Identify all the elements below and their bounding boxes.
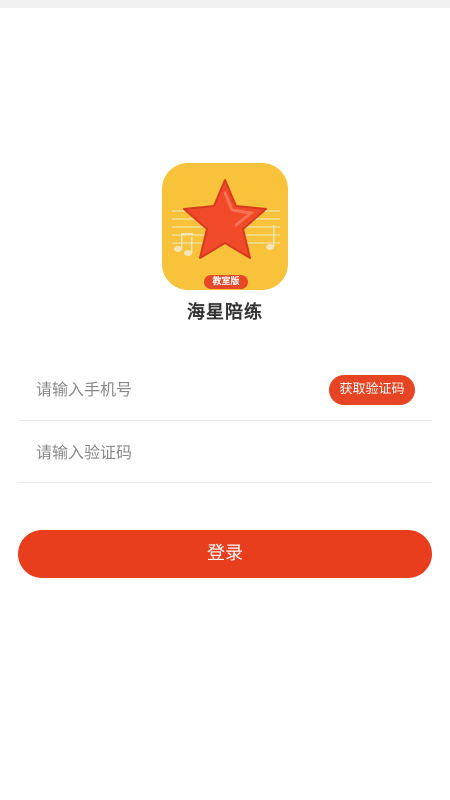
- login-button[interactable]: 登录: [18, 530, 432, 578]
- verification-code-input[interactable]: [36, 437, 416, 467]
- app-title: 海星陪练: [187, 302, 263, 323]
- logo-edition-badge: 教室版: [204, 275, 248, 289]
- status-bar: [0, 0, 450, 8]
- phone-number-input[interactable]: [36, 374, 316, 404]
- starfish-music-logo-icon: [172, 179, 280, 259]
- phone-divider: [18, 420, 432, 421]
- get-verification-code-button[interactable]: 获取验证码: [329, 375, 415, 405]
- app-logo: [162, 163, 288, 290]
- code-divider: [18, 482, 432, 483]
